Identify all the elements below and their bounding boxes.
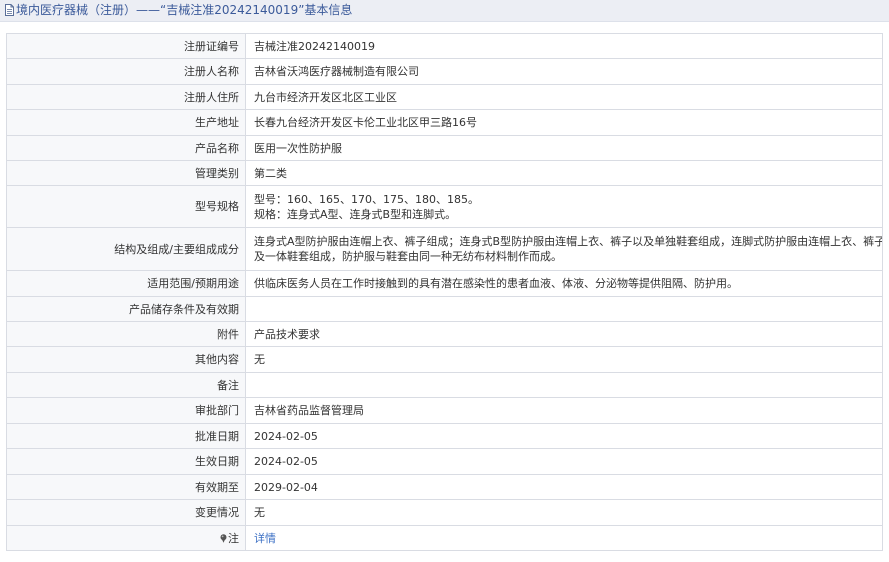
row-label: 注册人住所	[6, 84, 246, 110]
page-title: 境内医疗器械（注册）——“吉械注准20242140019”基本信息	[16, 3, 353, 17]
table-row: 管理类别 第二类	[6, 160, 883, 186]
row-value: 产品技术要求	[245, 321, 883, 347]
row-value: 型号：160、165、170、175、180、185。 规格：连身式A型、连身式…	[245, 185, 883, 228]
row-value: 医用一次性防护服	[245, 135, 883, 161]
table-row: 备注	[6, 372, 883, 398]
table-row: 产品名称 医用一次性防护服	[6, 135, 883, 161]
row-value: 2024-02-05	[245, 448, 883, 475]
table-row: 变更情况 无	[6, 499, 883, 526]
structure-line: 连身式A型防护服由连帽上衣、裤子组成；连身式B型防护服由连帽上衣、裤子以及单独鞋…	[254, 235, 883, 248]
table-row: 产品储存条件及有效期	[6, 296, 883, 322]
row-value: 第二类	[245, 160, 883, 186]
row-value: 无	[245, 499, 883, 526]
row-value: 2024-02-05	[245, 423, 883, 449]
table-row: 适用范围/预期用途 供临床医务人员在工作时接触到的具有潜在感染性的患者血液、体液…	[6, 270, 883, 297]
row-label: 适用范围/预期用途	[6, 270, 246, 297]
row-label: 备注	[6, 372, 246, 398]
row-label: 注册人名称	[6, 58, 246, 85]
note-row: 注 详情	[6, 525, 883, 551]
row-value: 详情	[245, 525, 883, 551]
table-row: 注册人名称 吉林省沃鸿医疗器械制造有限公司	[6, 58, 883, 85]
row-value: 长春九台经济开发区卡伦工业北区甲三路16号	[245, 109, 883, 136]
row-label: 注册证编号	[6, 33, 246, 59]
note-label: 注	[228, 531, 239, 545]
table-row: 生产地址 长春九台经济开发区卡伦工业北区甲三路16号	[6, 109, 883, 136]
row-value: 连身式A型防护服由连帽上衣、裤子组成；连身式B型防护服由连帽上衣、裤子以及单独鞋…	[245, 227, 883, 271]
table-row: 生效日期 2024-02-05	[6, 448, 883, 475]
row-value	[245, 372, 883, 398]
document-icon	[5, 4, 14, 16]
row-value: 供临床医务人员在工作时接触到的具有潜在感染性的患者血液、体液、分泌物等提供阻隔、…	[245, 270, 883, 297]
row-value: 2029-02-04	[245, 474, 883, 500]
info-table: 注册证编号 吉械注准20242140019 注册人名称 吉林省沃鸿医疗器械制造有…	[6, 33, 883, 551]
row-value: 无	[245, 346, 883, 373]
row-label: 审批部门	[6, 397, 246, 424]
row-label: 结构及组成/主要组成成分	[6, 227, 246, 271]
spec-line: 规格：连身式A型、连身式B型和连脚式。	[254, 207, 457, 221]
table-row: 有效期至 2029-02-04	[6, 474, 883, 500]
table-row: 型号规格 型号：160、165、170、175、180、185。 规格：连身式A…	[6, 185, 883, 228]
row-label: 有效期至	[6, 474, 246, 500]
table-row: 注册证编号 吉械注准20242140019	[6, 33, 883, 59]
row-label: 产品储存条件及有效期	[6, 296, 246, 322]
row-label: 附件	[6, 321, 246, 347]
details-link[interactable]: 详情	[254, 532, 276, 545]
table-row: 批准日期 2024-02-05	[6, 423, 883, 449]
row-label: 型号规格	[6, 185, 246, 228]
table-row: 注册人住所 九台市经济开发区北区工业区	[6, 84, 883, 110]
page-header: 境内医疗器械（注册）——“吉械注准20242140019”基本信息	[0, 0, 889, 22]
model-line: 型号：160、165、170、175、180、185。	[254, 192, 479, 206]
row-value: 吉械注准20242140019	[245, 33, 883, 59]
row-label: 变更情况	[6, 499, 246, 526]
structure-line: 及一体鞋套组成，防护服与鞋套由同一种无纺布材料制作而成。	[254, 250, 562, 263]
row-value: 吉林省药品监督管理局	[245, 397, 883, 424]
row-label: 其他内容	[6, 346, 246, 373]
table-row: 审批部门 吉林省药品监督管理局	[6, 397, 883, 424]
row-value	[245, 296, 883, 322]
table-row: 其他内容 无	[6, 346, 883, 373]
table-row: 附件 产品技术要求	[6, 321, 883, 347]
row-label: 产品名称	[6, 135, 246, 161]
table-row: 结构及组成/主要组成成分 连身式A型防护服由连帽上衣、裤子组成；连身式B型防护服…	[6, 227, 883, 271]
pin-icon	[220, 533, 227, 543]
row-label: 管理类别	[6, 160, 246, 186]
row-label: 注	[6, 525, 246, 551]
row-label: 生效日期	[6, 448, 246, 475]
row-label: 批准日期	[6, 423, 246, 449]
row-value: 吉林省沃鸿医疗器械制造有限公司	[245, 58, 883, 85]
row-value: 九台市经济开发区北区工业区	[245, 84, 883, 110]
row-label: 生产地址	[6, 109, 246, 136]
